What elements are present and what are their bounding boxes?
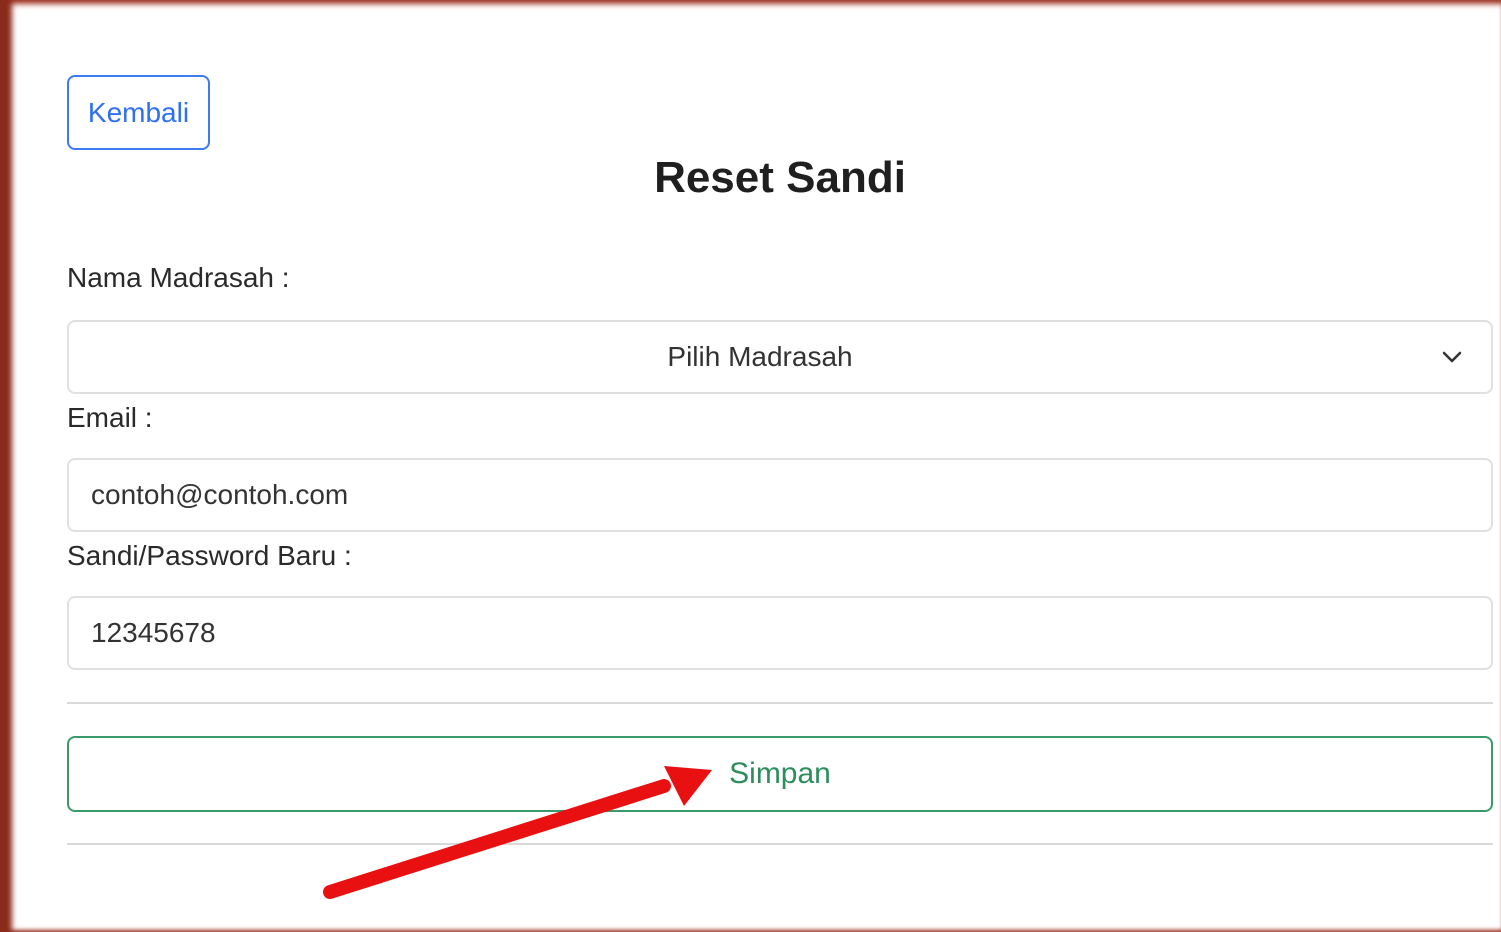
divider-bottom bbox=[67, 843, 1493, 845]
back-button[interactable]: Kembali bbox=[67, 75, 210, 150]
page-frame: Kembali Reset Sandi Nama Madrasah : Pili… bbox=[0, 0, 1501, 932]
email-label: Email : bbox=[67, 402, 153, 433]
email-field-value: contoh@contoh.com bbox=[91, 479, 349, 510]
password-label: Sandi/Password Baru : bbox=[67, 540, 352, 571]
save-button[interactable]: Simpan bbox=[67, 736, 1493, 812]
madrasah-select-value: Pilih Madrasah bbox=[667, 341, 853, 372]
madrasah-select[interactable]: Pilih Madrasah bbox=[67, 320, 1493, 394]
madrasah-label: Nama Madrasah : bbox=[67, 262, 290, 293]
password-field-value: 12345678 bbox=[91, 617, 216, 648]
email-field[interactable]: contoh@contoh.com bbox=[67, 458, 1493, 532]
divider-top bbox=[67, 702, 1493, 704]
password-field[interactable]: 12345678 bbox=[67, 596, 1493, 670]
chevron-down-icon bbox=[1442, 351, 1462, 363]
page-title: Reset Sandi bbox=[654, 153, 906, 202]
